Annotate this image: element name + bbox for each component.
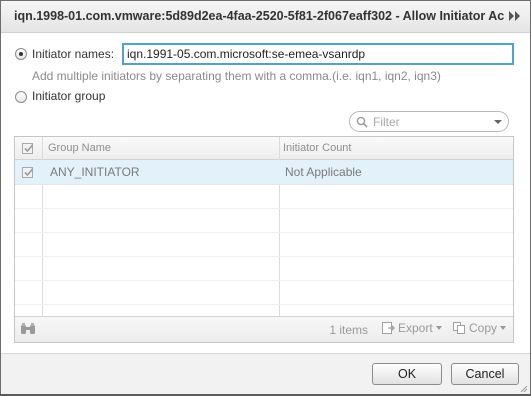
grid-header: Group Name Initiator Count <box>15 137 513 160</box>
column-header-initiator-count[interactable]: Initiator Count <box>283 142 351 154</box>
export-button[interactable]: Export <box>381 321 442 338</box>
cancel-button[interactable]: Cancel <box>451 363 519 385</box>
filter-placeholder: Filter <box>373 115 400 129</box>
dialog-titlebar[interactable]: iqn.1998-01.com.vmware:5d89d2ea-4faa-252… <box>1 1 530 33</box>
export-label: Export <box>398 321 433 335</box>
initiator-names-label: Initiator names: <box>32 47 115 61</box>
row-divider <box>15 232 513 233</box>
row-divider <box>15 208 513 209</box>
select-all-checkbox[interactable] <box>22 143 34 154</box>
copy-button[interactable]: Copy <box>452 321 507 338</box>
initiator-group-grid: Group Name Initiator Count ANY_INITIATOR… <box>14 136 514 343</box>
dialog-title: iqn.1998-01.com.vmware:5d89d2ea-4faa-252… <box>14 9 504 23</box>
search-icon <box>356 116 368 128</box>
allow-initiator-access-dialog: iqn.1998-01.com.vmware:5d89d2ea-4faa-252… <box>0 0 531 394</box>
copy-icon <box>452 321 466 338</box>
initiator-names-input[interactable] <box>122 43 514 65</box>
row-divider <box>15 304 513 305</box>
expand-icon[interactable] <box>508 10 522 22</box>
resize-grip-icon[interactable] <box>518 382 528 393</box>
initiator-names-hint: Add multiple initiators by separating th… <box>32 69 441 83</box>
row-checkbox[interactable] <box>22 167 34 178</box>
cell-group-name: ANY_INITIATOR <box>50 165 140 179</box>
table-row[interactable]: ANY_INITIATOR Not Applicable <box>15 160 513 185</box>
initiator-names-radio[interactable] <box>15 48 27 60</box>
chevron-down-icon <box>435 326 442 330</box>
filter-box[interactable]: Filter <box>349 111 509 132</box>
initiator-group-radio[interactable] <box>15 91 27 103</box>
row-divider <box>15 280 513 281</box>
item-count: 1 items <box>329 323 368 337</box>
cell-initiator-count: Not Applicable <box>285 165 362 179</box>
copy-label: Copy <box>469 321 498 335</box>
binoculars-icon[interactable] <box>20 322 36 339</box>
chevron-down-icon <box>500 326 507 330</box>
export-icon <box>381 321 395 338</box>
column-header-group-name[interactable]: Group Name <box>48 142 111 154</box>
grid-footer: 1 items Export Copy <box>15 316 513 342</box>
initiator-group-label: Initiator group <box>32 89 106 103</box>
filter-dropdown-icon[interactable] <box>494 120 502 124</box>
row-divider <box>15 256 513 257</box>
dialog-footer: OK Cancel <box>1 353 530 394</box>
ok-button[interactable]: OK <box>372 363 442 385</box>
